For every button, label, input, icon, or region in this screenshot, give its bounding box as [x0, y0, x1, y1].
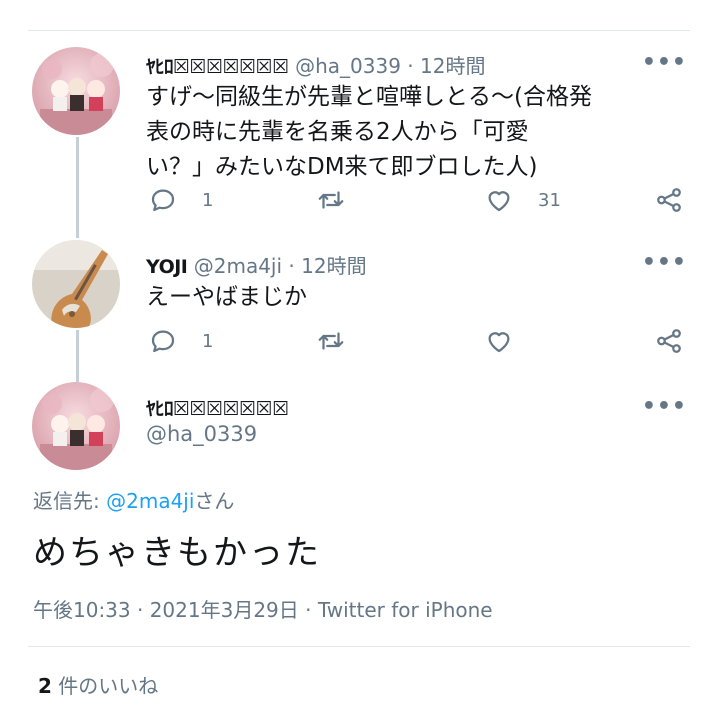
thread-line — [76, 137, 79, 238]
retweet-icon — [318, 332, 344, 350]
avatar-ha0339[interactable] — [32, 47, 120, 135]
display-name[interactable]: ﾔﾋﾛ☒☒☒☒☒☒☒ — [146, 56, 289, 78]
tweet-header: ﾔﾋﾛ☒☒☒☒☒☒☒ @ha_0339 · 12時間 — [146, 50, 485, 79]
handle[interactable]: @2ma4ji — [194, 254, 282, 278]
retweet-button[interactable] — [316, 180, 346, 220]
like-button[interactable] — [484, 321, 538, 361]
reply-count: 1 — [202, 330, 214, 352]
retweet-button[interactable] — [316, 321, 346, 361]
tweet-timestamp[interactable]: 午後10:33 · 2021年3月29日 · Twitter for iPhon… — [33, 594, 493, 623]
share-icon — [657, 188, 681, 212]
figurines-avatar-image — [32, 382, 120, 470]
avatar-ha0339[interactable] — [32, 382, 120, 470]
reply-count: 1 — [202, 189, 214, 211]
tweet-text: すげ〜同級生が先輩と喧嘩しとる〜(合格発 表の時に先輩を名乗る2人から「可愛 い… — [146, 80, 592, 185]
main-display-name-row: ﾔﾋﾛ☒☒☒☒☒☒☒ — [146, 394, 289, 421]
main-tweet-text: めちゃきもかった — [33, 533, 321, 573]
bass-guitar-avatar-image — [32, 240, 120, 328]
more-icon[interactable]: ••• — [642, 250, 687, 275]
like-button[interactable]: 31 — [484, 180, 561, 220]
likes-summary[interactable]: 2 件のいいね — [38, 670, 158, 699]
retweet-icon — [318, 191, 344, 209]
tweet-text-line: 表の時に先輩を名乗る2人から「可愛 — [146, 119, 529, 145]
more-icon[interactable]: ••• — [642, 50, 687, 75]
more-icon[interactable]: ••• — [642, 394, 687, 419]
share-icon — [657, 329, 681, 353]
like-count: 31 — [538, 189, 561, 211]
like-icon — [488, 332, 510, 353]
top-divider — [28, 30, 690, 31]
display-name[interactable]: YOJI — [146, 256, 188, 278]
reply-icon — [151, 330, 175, 353]
reply-icon — [151, 189, 175, 212]
share-button[interactable] — [654, 180, 684, 220]
handle[interactable]: @ha_0339 — [295, 54, 401, 78]
likes-count: 2 — [38, 674, 52, 698]
tweet-text-line: すげ〜同級生が先輩と喧嘩しとる〜(合格発 — [146, 84, 592, 110]
reply-to-line: 返信先: @2ma4jiさん — [33, 485, 234, 514]
avatar-2ma4ji[interactable] — [32, 240, 120, 328]
main-handle-row: @ha_0339 — [146, 422, 257, 446]
reply-to-label: 返信先: — [33, 489, 107, 513]
tweet-time[interactable]: · 12時間 — [407, 54, 485, 78]
thread-line — [76, 330, 79, 382]
display-name[interactable]: ﾔﾋﾛ☒☒☒☒☒☒☒ — [146, 398, 289, 420]
likes-label: 件のいいね — [51, 674, 159, 698]
reply-button[interactable]: 1 — [148, 180, 213, 220]
tweet-actions: 1 — [146, 321, 691, 361]
share-button[interactable] — [654, 321, 684, 361]
tweet-text: えーやばまじか — [146, 280, 307, 315]
divider — [28, 646, 690, 647]
tweet-text-line: えーやばまじか — [146, 284, 307, 310]
tweet-time[interactable]: · 12時間 — [288, 254, 366, 278]
tweet-actions: 1 31 — [146, 180, 691, 220]
tweet-header: YOJI @2ma4ji · 12時間 — [146, 250, 367, 279]
reply-to-handle-link[interactable]: @2ma4ji — [106, 489, 194, 513]
handle[interactable]: @ha_0339 — [146, 422, 257, 446]
reply-button[interactable]: 1 — [148, 321, 213, 361]
figurines-avatar-image — [32, 47, 120, 135]
reply-to-suffix: さん — [194, 489, 235, 513]
like-icon — [488, 191, 510, 212]
